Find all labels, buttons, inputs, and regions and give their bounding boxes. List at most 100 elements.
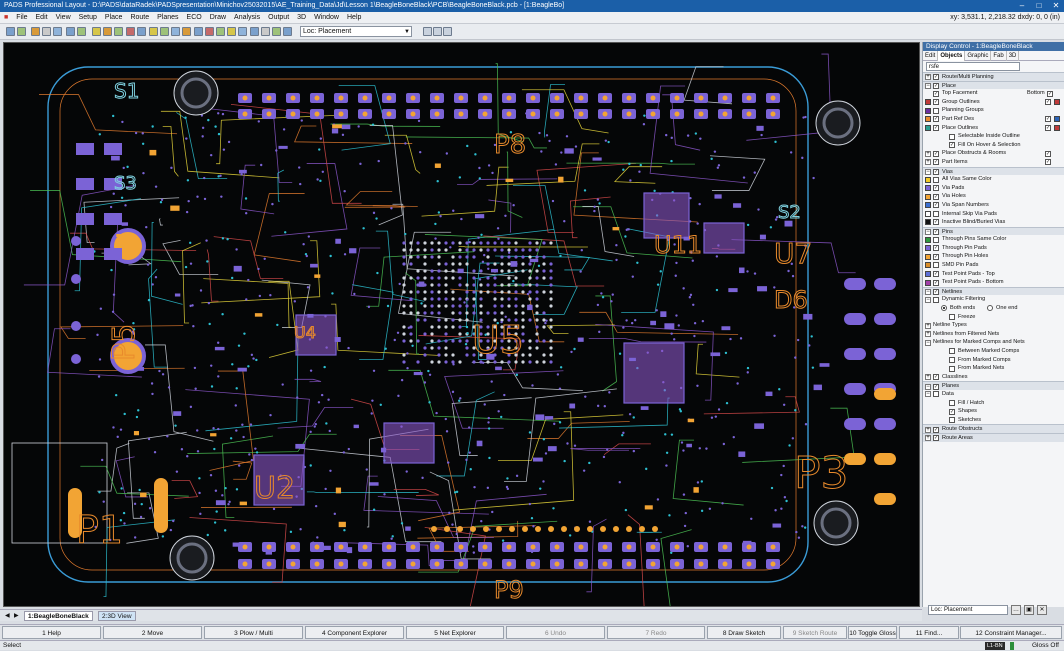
toolbar-tool-icon[interactable] [92,27,101,36]
expand-toggle-icon[interactable]: − [925,297,931,303]
item-checkbox[interactable]: ✓ [933,125,939,131]
expand-toggle-icon[interactable]: + [925,374,931,380]
tree-item-place-obstructs-rooms[interactable]: +✓Place Obstructs & Rooms✓ [923,149,1064,158]
fkey-2-move[interactable]: 2 Move [103,626,202,639]
item-checkbox[interactable]: ✓ [933,245,939,251]
bottom-color-swatch[interactable] [1054,125,1060,131]
toolbar-tool-icon[interactable] [42,27,51,36]
toolbar-tool-icon[interactable] [238,27,247,36]
menu-eco[interactable]: ECO [183,12,206,24]
toolbar-tool-icon[interactable] [77,27,86,36]
color-swatch[interactable] [925,211,931,217]
tree-item-classlines[interactable]: +✓Classlines [923,373,1064,382]
tree-item-part-ref-des[interactable]: ✓Part Ref Des✓ [923,115,1064,124]
fkey-7-redo[interactable]: 7 Redo [607,626,705,639]
menu-setup[interactable]: Setup [75,12,101,24]
menu-help[interactable]: Help [343,12,365,24]
toolbar-tool-icon[interactable] [194,27,203,36]
tree-item-through-pin-holes[interactable]: ✓Through Pin Holes [923,252,1064,261]
item-checkbox[interactable] [933,391,939,397]
item-checkbox[interactable]: ✓ [933,254,939,260]
tree-item-planning-groups[interactable]: Planning Groups [923,106,1064,115]
toolbar-tool-icon[interactable] [114,27,123,36]
menu-file[interactable]: File [12,12,31,24]
color-swatch[interactable] [925,99,931,105]
tree-item-all-vias-same-color[interactable]: All Vias Same Color [923,175,1064,184]
expand-toggle-icon[interactable]: − [925,340,931,346]
menu-route[interactable]: Route [126,12,153,24]
section-checkbox[interactable]: ✓ [933,289,939,295]
color-swatch[interactable] [925,202,931,208]
toolbar-tool-icon[interactable] [66,27,75,36]
tree-item-fill-hatch[interactable]: Fill / Hatch [923,399,1064,408]
toolbar-tool-icon[interactable] [261,27,270,36]
color-swatch[interactable] [925,271,931,277]
item-checkbox[interactable]: ✓ [933,374,939,380]
minimize-icon[interactable]: – [1014,0,1030,12]
color-swatch[interactable] [925,116,931,122]
panel-tab-objects[interactable]: Objects [938,51,965,61]
fkey-11-find[interactable]: 11 Find... [899,626,959,639]
color-swatch[interactable] [925,245,931,251]
item-checkbox[interactable] [949,314,955,320]
section-pins[interactable]: −✓Pins [923,227,1064,236]
item-checkbox[interactable]: ✓ [933,159,939,165]
tree-item-data[interactable]: −Data [923,390,1064,399]
tree-item-inactive-blind-buried-vias[interactable]: ✓Inactive Blind/Buried Vias [923,218,1064,227]
fkey-3-plow-multi[interactable]: 3 Plow / Multi [204,626,303,639]
app-icon[interactable]: ■ [0,12,12,24]
item-checkbox[interactable]: ✓ [933,271,939,277]
fkey-1-help[interactable]: 1 Help [2,626,101,639]
item-checkbox[interactable] [933,262,939,268]
section-checkbox[interactable]: ✓ [933,435,939,441]
tree-item-netlines-for-marked-comps-and-nets[interactable]: −Netlines for Marked Comps and Nets [923,338,1064,347]
scheme-select[interactable]: Loc: Placement [928,605,1008,615]
expand-toggle-icon[interactable]: + [925,435,931,441]
panel-tab-edit[interactable]: Edit [923,51,938,61]
fkey-10-toggle-gloss[interactable]: 10 Toggle Gloss [848,626,897,639]
section-route-multi-planning[interactable]: +✓Route/Multi Planning [923,72,1064,81]
item-checkbox[interactable]: ✓ [933,99,939,105]
item-checkbox[interactable] [949,366,955,372]
tree-item-internal-skip-via-pads[interactable]: Internal Skip Via Pads [923,210,1064,219]
expand-toggle-icon[interactable]: + [925,427,931,433]
item-checkbox[interactable]: ✓ [933,116,939,122]
toolbar-tool-icon[interactable] [433,27,442,36]
color-swatch[interactable] [925,280,931,286]
color-swatch[interactable] [925,177,931,183]
toolbar-tool-icon[interactable] [126,27,135,36]
bottom-checkbox[interactable]: ✓ [1045,125,1051,131]
toolbar-tool-icon[interactable] [149,27,158,36]
expand-toggle-icon[interactable]: − [925,391,931,397]
bottom-checkbox[interactable]: ✓ [1045,99,1051,105]
item-checkbox[interactable]: ✓ [933,185,939,191]
toolbar-tool-icon[interactable] [272,27,281,36]
item-checkbox[interactable]: ✓ [933,91,939,97]
tree-item-test-point-pads-top[interactable]: ✓Test Point Pads - Top [923,270,1064,279]
toolbar-tool-icon[interactable] [171,27,180,36]
item-checkbox[interactable] [933,108,939,114]
section-checkbox[interactable]: ✓ [933,229,939,235]
menu-3d[interactable]: 3D [293,12,310,24]
bottom-checkbox[interactable]: ✓ [1045,159,1051,165]
toolbar-tool-icon[interactable] [250,27,259,36]
menu-view[interactable]: View [52,12,75,24]
bottom-color-swatch[interactable] [1054,99,1060,105]
menu-window[interactable]: Window [310,12,343,24]
section-checkbox[interactable]: ✓ [933,427,939,433]
tree-item-sketches[interactable]: Sketches [923,416,1064,425]
tree-item-netlines-from-filtered-nets[interactable]: +Netlines from Filtered Nets [923,330,1064,339]
tree-item-test-point-pads-bottom[interactable]: ✓Test Point Pads - Bottom [923,278,1064,287]
color-swatch[interactable] [925,254,931,260]
section-vias[interactable]: −✓Vias [923,167,1064,176]
expand-toggle-icon[interactable]: + [925,151,931,157]
tree-item-group-outlines[interactable]: ✓Group Outlines✓ [923,98,1064,107]
menu-draw[interactable]: Draw [206,12,230,24]
delete-icon[interactable]: ✕ [1037,605,1047,615]
fkey-9-sketch-route[interactable]: 9 Sketch Route [783,626,847,639]
toolbar-tool-icon[interactable] [423,27,432,36]
tree-item-via-holes[interactable]: ✓Via Holes [923,192,1064,201]
bottom-checkbox[interactable]: ✓ [1045,116,1051,122]
item-checkbox[interactable]: ✓ [933,280,939,286]
section-planes[interactable]: −✓Planes [923,381,1064,390]
